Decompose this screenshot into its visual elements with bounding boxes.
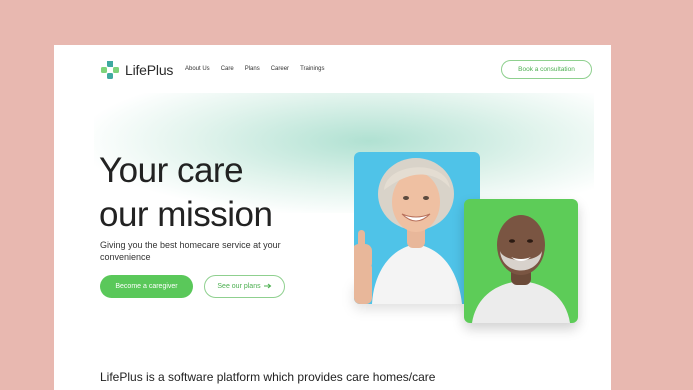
logo[interactable]: LifePlus <box>100 60 173 80</box>
become-caregiver-button[interactable]: Become a caregiver <box>100 275 193 298</box>
nav-link-about-us[interactable]: About Us <box>185 66 210 72</box>
logo-text: LifePlus <box>125 62 174 78</box>
nav-link-trainings[interactable]: Trainings <box>300 66 324 72</box>
hero-subtitle: Giving you the best homecare service at … <box>100 240 281 262</box>
hero-title: Your care our mission <box>99 149 329 237</box>
hero-title-line-1: Your care <box>99 151 244 190</box>
nav-link-plans[interactable]: Plans <box>245 66 260 72</box>
hero-image-man <box>464 199 578 323</box>
hero-title-line-2: our mission <box>99 195 273 234</box>
about-paragraph: LifePlus is a software platform which pr… <box>100 370 436 384</box>
landing-page: LifePlus About Us Care Plans Career Trai… <box>54 45 611 390</box>
top-navigation: LifePlus About Us Care Plans Career Trai… <box>54 45 611 95</box>
see-plans-label: See our plans <box>217 283 261 290</box>
woman-portrait-illustration <box>354 158 462 304</box>
nav-link-care[interactable]: Care <box>221 66 234 72</box>
logo-cross-icon <box>100 60 120 80</box>
nav-links: About Us Care Plans Career Trainings <box>185 66 325 72</box>
book-consultation-button[interactable]: Book a consultation <box>501 60 592 79</box>
see-plans-button[interactable]: See our plans <box>204 275 285 298</box>
arrow-right-icon <box>263 283 272 291</box>
man-portrait-illustration <box>472 215 570 323</box>
nav-link-career[interactable]: Career <box>271 66 289 72</box>
hero-image-woman <box>354 152 480 304</box>
